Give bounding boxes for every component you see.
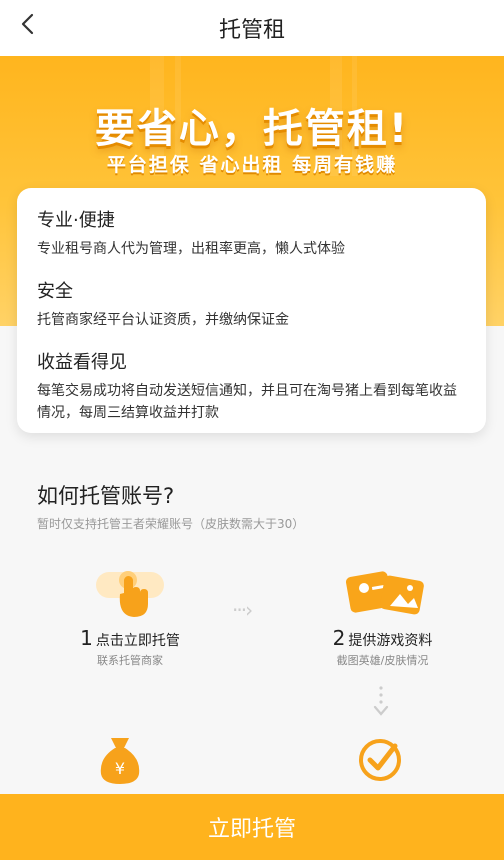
- step-1: 1 点击立即托管 联系托管商家: [70, 566, 190, 668]
- feature-item: 收益看得见 每笔交易成功将自动发送短信通知，并且可在淘号猪上看到每笔收益情况，每…: [37, 348, 466, 424]
- step-label: 2 提供游戏资料: [332, 626, 433, 650]
- arrow-down-icon: [373, 686, 389, 716]
- feature-item: 安全 托管商家经平台认证资质，并缴纳保证金: [37, 277, 466, 331]
- host-now-label: 立即托管: [207, 817, 296, 842]
- section-subtitle: 暂时仅支持托管王者荣耀账号（皮肤数需大于30）: [37, 517, 305, 531]
- feature-desc: 专业租号商人代为管理，出租率更高，懒人式体验: [37, 241, 345, 257]
- feature-title: 收益看得见: [37, 352, 127, 373]
- feature-card: 专业·便捷 专业租号商人代为管理，出租率更高，懒人式体验 安全 托管商家经平台认…: [17, 188, 486, 433]
- section-title: 如何托管账号?: [37, 484, 175, 508]
- tap-hand-icon: [96, 571, 164, 617]
- step-desc: 联系托管商家: [97, 654, 163, 667]
- hero-headline: 要省心，托管租!: [94, 106, 410, 152]
- svg-text:¥: ¥: [115, 759, 125, 778]
- feature-desc: 每笔交易成功将自动发送短信通知，并且可在淘号猪上看到每笔收益情况，每周三结算收益…: [37, 383, 457, 421]
- feature-item: 专业·便捷 专业租号商人代为管理，出租率更高，懒人式体验: [37, 206, 466, 260]
- step-2: 2 提供游戏资料 截图英雄/皮肤情况: [325, 566, 440, 668]
- check-circle-icon: [359, 739, 401, 781]
- step-label: 1 点击立即托管: [80, 626, 180, 650]
- host-now-button[interactable]: 立即托管: [0, 794, 504, 860]
- arrow-right-icon: ···›: [232, 598, 253, 622]
- id-card-icon: [345, 571, 424, 615]
- feature-title: 安全: [37, 281, 73, 302]
- hero-subline: 平台担保 省心出租 每周有钱赚: [106, 154, 398, 176]
- chevron-left-icon[interactable]: [14, 10, 42, 38]
- feature-title: 专业·便捷: [37, 210, 115, 231]
- money-bag-icon: ¥: [100, 738, 140, 784]
- step-desc: 截图英雄/皮肤情况: [336, 654, 429, 667]
- page-title: 托管租: [218, 18, 285, 43]
- nav-bar: 托管租: [0, 0, 504, 56]
- feature-desc: 托管商家经平台认证资质，并缴纳保证金: [37, 312, 289, 328]
